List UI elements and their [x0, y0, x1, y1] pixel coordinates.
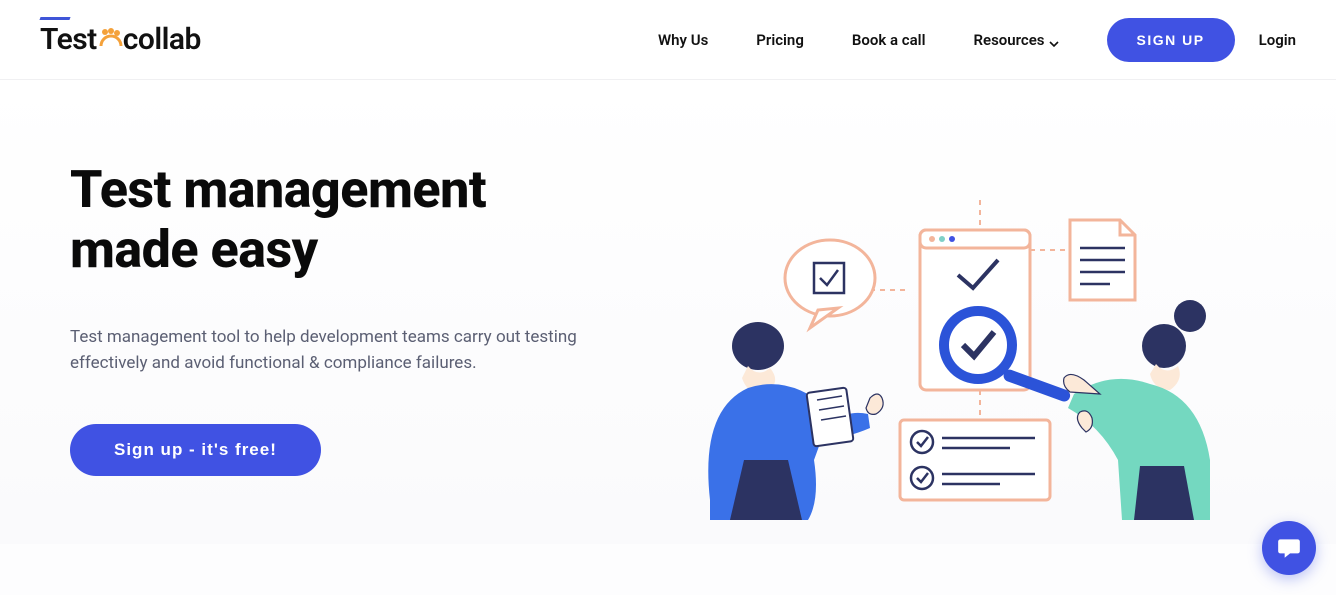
signup-button[interactable]: SIGN UP	[1107, 18, 1235, 62]
logo[interactable]: Test collab	[40, 22, 201, 57]
logo-text-1: Test	[40, 22, 97, 57]
hero-title-line1: Test management	[70, 159, 486, 220]
hero-text-column: Test management made easy Test managemen…	[70, 160, 630, 544]
speech-bubble-checkbox-icon	[785, 240, 875, 328]
nav-why-us[interactable]: Why Us	[658, 31, 708, 49]
browser-card-icon	[920, 230, 1072, 403]
hero-subtitle: Test management tool to help development…	[70, 324, 580, 377]
hero-title: Test management made easy	[70, 160, 630, 280]
person-right-icon	[1064, 300, 1210, 520]
person-left-icon	[708, 322, 883, 520]
hero-illustration	[670, 160, 1230, 540]
hero-cta-button[interactable]: Sign up - it's free!	[70, 424, 321, 476]
logo-icon-group	[97, 22, 123, 57]
nav-book-a-call[interactable]: Book a call	[852, 31, 926, 49]
hero-illustration-column	[670, 160, 1266, 544]
hero-section: Test management made easy Test managemen…	[0, 80, 1336, 544]
chat-widget-button[interactable]	[1262, 521, 1316, 575]
nav-pricing[interactable]: Pricing	[756, 31, 804, 49]
chevron-down-icon	[1049, 35, 1059, 45]
document-icon	[1070, 220, 1135, 300]
nav-resources[interactable]: Resources	[973, 31, 1058, 49]
nav-right: SIGN UP Login	[1107, 18, 1296, 62]
nav-resources-label: Resources	[973, 31, 1044, 49]
primary-nav: Why Us Pricing Book a call Resources	[658, 31, 1059, 49]
logo-accent-bar	[39, 17, 70, 20]
chat-icon	[1276, 535, 1302, 561]
logo-text-2: collab	[123, 22, 201, 57]
hero-title-line2: made easy	[70, 219, 318, 280]
header: Test collab Why Us Pricing Book a call Re…	[0, 0, 1336, 80]
checklist-card-icon	[900, 420, 1050, 500]
login-link[interactable]: Login	[1259, 31, 1296, 49]
